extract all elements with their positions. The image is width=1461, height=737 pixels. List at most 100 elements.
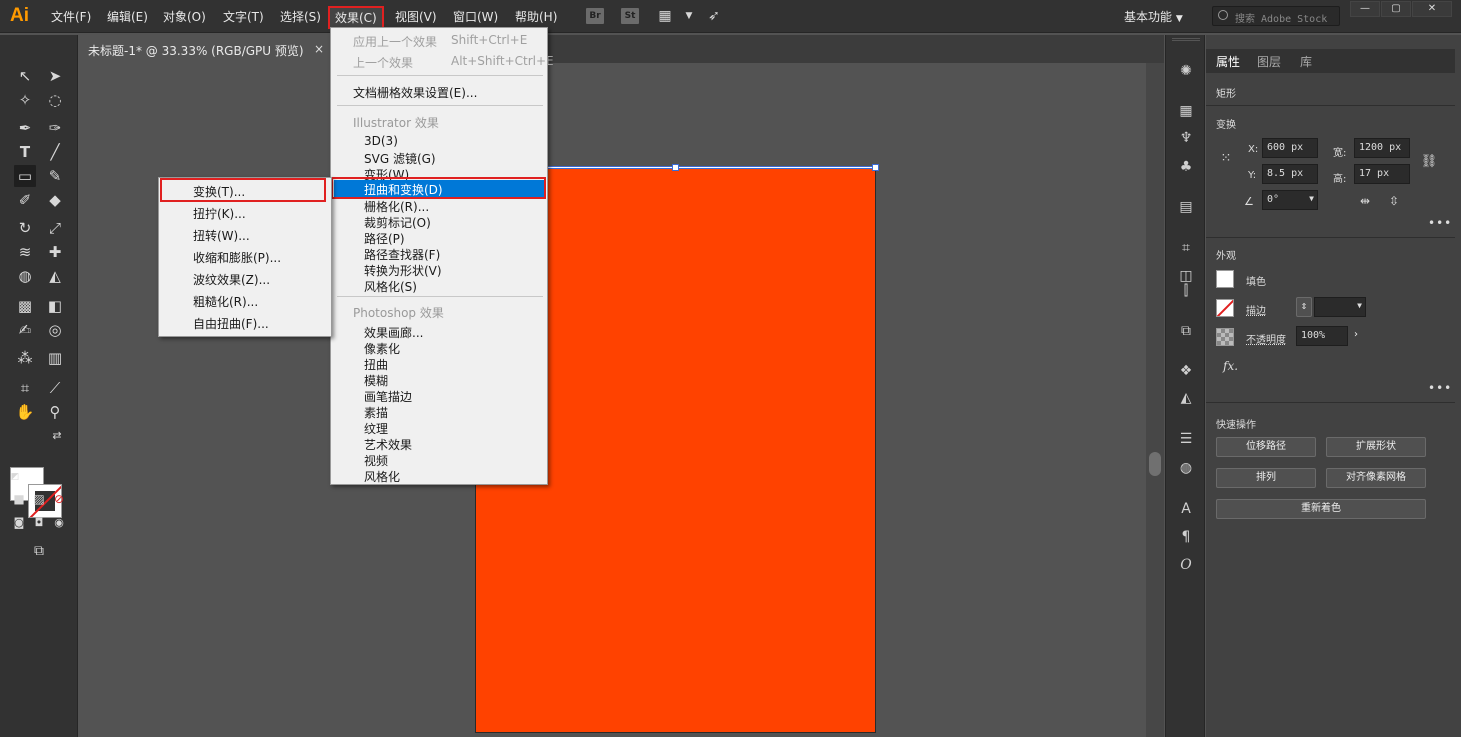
menu-effect-gallery[interactable]: 效果画廊... (364, 324, 423, 341)
flip-vertical-icon[interactable]: ⇳ (1383, 190, 1405, 212)
selection-handle[interactable] (872, 164, 879, 171)
pathfinder-icon[interactable]: ⧉ (1175, 320, 1197, 342)
menu-distort[interactable]: 扭曲 (364, 356, 388, 373)
gradient-mode-icon[interactable]: ▨ (30, 490, 48, 508)
menu-pixelate[interactable]: 像素化 (364, 340, 400, 357)
more-options-icon[interactable]: ••• (1428, 216, 1452, 230)
stock-search-input[interactable]: 搜索 Adobe Stock (1212, 6, 1340, 26)
opacity-swatch[interactable] (1216, 328, 1234, 346)
default-colors-icon[interactable]: ◩ (8, 470, 22, 484)
menu-convert-to-shape[interactable]: 转换为形状(V) (364, 262, 442, 279)
chevron-down-icon[interactable]: ▼ (678, 5, 700, 27)
arrange-documents-icon[interactable]: ▦ (654, 5, 676, 27)
direct-selection-tool-icon[interactable]: ➤ (44, 65, 66, 87)
menu-twist[interactable]: 扭转(W)... (193, 227, 250, 244)
rectangle-tool-icon[interactable]: ▭ (14, 165, 36, 187)
vertical-scrollbar[interactable] (1146, 63, 1164, 737)
opentype-icon[interactable]: O (1175, 554, 1197, 576)
draw-normal-icon[interactable]: ◙ (10, 514, 28, 532)
paragraph-icon[interactable]: ¶ (1175, 526, 1197, 548)
menu-photoshop-stylize[interactable]: 风格化 (364, 468, 400, 485)
tab-properties[interactable]: 属性 (1216, 53, 1240, 70)
tab-libraries[interactable]: 库 (1300, 53, 1312, 70)
rocket-icon[interactable]: ➶ (703, 5, 725, 27)
stock-button[interactable]: St (621, 8, 639, 24)
none-mode-icon[interactable]: ⊘ (50, 490, 68, 508)
menu-path[interactable]: 路径(P) (364, 230, 405, 247)
height-field[interactable]: 17 px (1354, 164, 1410, 184)
menu-file[interactable]: 文件(F) (51, 8, 91, 25)
stroke-weight-field[interactable]: ▼ (1314, 297, 1366, 317)
swap-colors-icon[interactable]: ⇄ (50, 429, 64, 443)
chevron-right-icon[interactable]: › (1348, 326, 1364, 346)
stroke-swatch[interactable] (1216, 299, 1234, 317)
appearance-icon[interactable]: ◭ (1175, 387, 1197, 409)
offset-path-button[interactable]: 位移路径 (1216, 437, 1316, 457)
menu-pathfinder[interactable]: 路径查找器(F) (364, 246, 440, 263)
menu-help[interactable]: 帮助(H) (515, 8, 557, 25)
brushes-icon[interactable]: ♆ (1175, 127, 1197, 149)
menu-free-distort[interactable]: 自由扭曲(F)... (193, 315, 269, 332)
menu-last-effect[interactable]: 上一个效果 Alt+Shift+Ctrl+E (353, 54, 554, 71)
menu-crop-marks[interactable]: 裁剪标记(O) (364, 214, 431, 231)
dock-grip[interactable] (1172, 38, 1200, 41)
graphic-styles-icon[interactable]: ❖ (1175, 360, 1197, 382)
color-mode-icon[interactable]: ■ (10, 490, 28, 508)
menu-type[interactable]: 文字(T) (223, 8, 264, 25)
lasso-tool-icon[interactable]: ◌ (44, 89, 66, 111)
menu-rasterize[interactable]: 栅格化(R)... (364, 198, 429, 215)
menu-brush-strokes[interactable]: 画笔描边 (364, 388, 412, 405)
close-icon[interactable]: × (314, 42, 324, 56)
fill-swatch[interactable] (1216, 270, 1234, 288)
menu-blur[interactable]: 模糊 (364, 372, 388, 389)
expand-shape-button[interactable]: 扩展形状 (1326, 437, 1426, 457)
color-guide-icon[interactable]: ✺ (1175, 60, 1197, 82)
align-icon[interactable]: ⫿ (1175, 280, 1197, 302)
blend-tool-icon[interactable]: ◎ (44, 319, 66, 341)
pen-tool-icon[interactable]: ✒ (14, 117, 36, 139)
close-window-button[interactable]: ✕ (1412, 1, 1452, 17)
menu-pucker-bloat[interactable]: 收缩和膨胀(P)... (193, 249, 281, 266)
curvature-tool-icon[interactable]: ✑ (44, 117, 66, 139)
menu-object[interactable]: 对象(O) (163, 8, 206, 25)
eyedropper-icon[interactable]: ✍ (14, 319, 36, 341)
menu-texture[interactable]: 纹理 (364, 420, 388, 437)
swatches-icon[interactable]: ▦ (1175, 100, 1197, 122)
stroke-stepper[interactable]: ⇕ (1296, 297, 1312, 317)
column-graph-icon[interactable]: ▥ (44, 347, 66, 369)
menu-apply-last-effect[interactable]: 应用上一个效果 Shift+Ctrl+E (353, 33, 527, 50)
type-tool-icon[interactable]: T (14, 141, 36, 163)
y-field[interactable]: 8.5 px (1262, 164, 1318, 184)
opacity-label[interactable]: 不透明度 (1246, 331, 1286, 346)
line-tool-icon[interactable]: ╱ (44, 141, 66, 163)
menu-tweak[interactable]: 扭拧(K)... (193, 205, 246, 222)
selection-handle[interactable] (672, 164, 679, 171)
paintbrush-tool-icon[interactable]: ✎ (44, 165, 66, 187)
maximize-button[interactable]: ▢ (1381, 1, 1411, 17)
x-field[interactable]: 600 px (1262, 138, 1318, 158)
menu-3d[interactable]: 3D(3) (364, 134, 398, 148)
rotate-tool-icon[interactable]: ↻ (14, 217, 36, 239)
menu-stylize[interactable]: 风格化(S) (364, 278, 417, 295)
stroke-label[interactable]: 描边 (1246, 302, 1266, 317)
fx-icon[interactable]: fx. (1223, 359, 1238, 373)
symbols-icon[interactable]: ♣ (1175, 156, 1197, 178)
menu-edit[interactable]: 编辑(E) (107, 8, 148, 25)
scale-tool-icon[interactable]: ⤢ (44, 217, 66, 239)
menu-zig-zag[interactable]: 波纹效果(Z)... (193, 271, 270, 288)
tab-layers[interactable]: 图层 (1257, 53, 1281, 70)
shape-builder-icon[interactable]: ◍ (14, 265, 36, 287)
screen-mode-icon[interactable]: ⧉ (28, 540, 50, 562)
chevron-down-icon[interactable]: ▼ (1357, 301, 1362, 310)
more-options-icon[interactable]: ••• (1428, 381, 1452, 395)
draw-inside-icon[interactable]: ◉ (50, 514, 68, 532)
zoom-tool-icon[interactable]: ⚲ (44, 401, 66, 423)
slice-tool-icon[interactable]: ⟋ (44, 377, 66, 399)
warp-tool-icon[interactable]: ≋ (14, 241, 36, 263)
align-pixel-grid-button[interactable]: 对齐像素网格 (1326, 468, 1426, 488)
menu-document-raster-settings[interactable]: 文档栅格效果设置(E)... (353, 84, 477, 101)
layers-stack-icon[interactable]: ◍ (1175, 457, 1197, 479)
workspace-switcher[interactable]: 基本功能 ▼ (1124, 8, 1183, 25)
link-icon[interactable]: ⛓ (1418, 151, 1440, 173)
eraser-tool-icon[interactable]: ◆ (44, 189, 66, 211)
